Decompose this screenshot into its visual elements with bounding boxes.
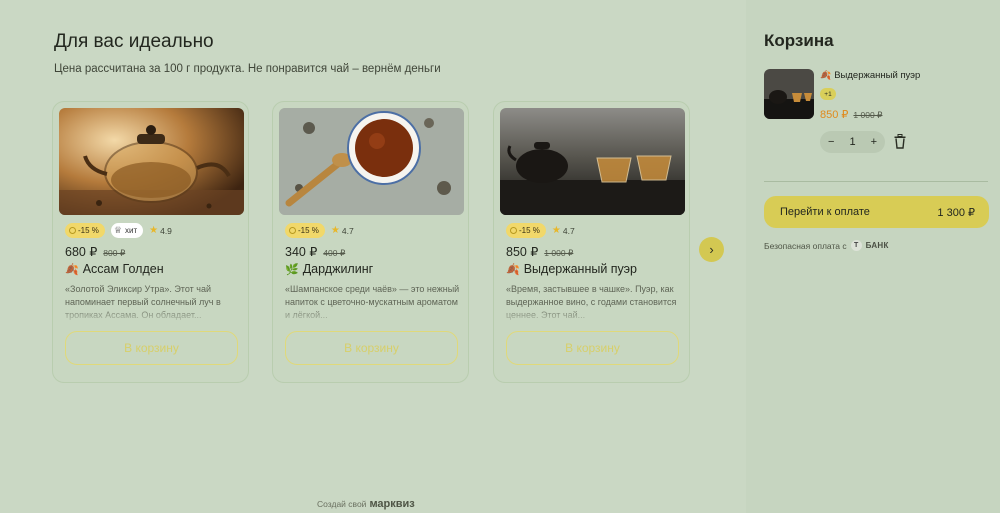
cart-current-price: 850 ₽	[820, 109, 849, 121]
coin-icon	[510, 227, 517, 234]
product-image-teaset[interactable]	[500, 108, 685, 215]
badges: -15 % ★ 4.7	[506, 222, 575, 239]
herb-icon: 🌿	[285, 263, 299, 276]
quantity-value: 1	[849, 136, 856, 148]
rating: ★ 4.9	[149, 225, 172, 236]
product-name-text: Ассам Голден	[82, 262, 164, 276]
price-block: 340 ₽ 400 ₽	[285, 244, 345, 259]
bank-label: БАНК	[865, 241, 889, 250]
decrease-button[interactable]: −	[828, 136, 834, 148]
carousel-next-button[interactable]: ›	[699, 237, 724, 262]
leaf-icon: 🍂	[65, 263, 79, 276]
trash-icon[interactable]	[894, 134, 906, 149]
rating-value: 4.7	[341, 225, 354, 236]
products-section: Для вас идеально Цена рассчитана за 100 …	[0, 0, 746, 513]
product-name[interactable]: 🍂 Выдержанный пуэр	[506, 262, 637, 276]
product-card-puer[interactable]: -15 % ★ 4.7 850 ₽ 1 000 ₽ 🍂 Выдержанный п…	[493, 101, 690, 383]
product-card-darjeeling[interactable]: -15 % ★ 4.7 340 ₽ 400 ₽ 🌿 Дарджилинг «Шам…	[272, 101, 469, 383]
footer-text: Создай свой	[317, 499, 367, 509]
checkout-label: Перейти к оплате	[780, 206, 870, 218]
cart-item-price: 850 ₽ 1 000 ₽	[820, 108, 882, 121]
price: 850 ₽	[506, 245, 539, 259]
divider	[764, 181, 988, 182]
page-title: Для вас идеально	[54, 31, 214, 52]
cart-panel: Корзина 🍂 Выдержанный пуэр +1 850 ₽ 1 00…	[746, 0, 1000, 513]
old-price: 1 000 ₽	[544, 248, 574, 258]
product-name-text: Дарджилинг	[302, 262, 374, 276]
rating-value: 4.7	[562, 225, 575, 236]
price-block: 680 ₽ 800 ₽	[65, 244, 125, 259]
hit-text: хит	[124, 226, 138, 235]
star-icon: ★	[551, 225, 561, 236]
crown-icon: ♕	[113, 225, 122, 235]
price: 680 ₽	[65, 245, 98, 259]
product-name[interactable]: 🌿 Дарджилинг	[285, 262, 373, 276]
star-icon: ★	[330, 225, 340, 236]
brand-link[interactable]: марквиз	[369, 498, 414, 510]
badges: -15 % ★ 4.7	[285, 222, 354, 239]
old-price: 800 ₽	[103, 248, 126, 258]
discount-text: -15 %	[519, 226, 540, 235]
cart-old-price: 1 000 ₽	[853, 110, 883, 120]
product-name-text: Выдержанный пуэр	[523, 262, 637, 276]
increase-button[interactable]: +	[871, 136, 877, 148]
checkout-button[interactable]: Перейти к оплате 1 300 ₽	[764, 196, 989, 228]
quantity-badge: +1	[820, 88, 836, 100]
price: 340 ₽	[285, 245, 318, 259]
product-description: «Шампанское среди чаёв» — это нежный нап…	[285, 284, 460, 320]
rating: ★ 4.7	[331, 225, 354, 236]
secure-text: Безопасная оплата с	[764, 240, 847, 251]
chevron-right-icon: ›	[709, 242, 714, 257]
add-to-cart-button[interactable]: В корзину	[285, 331, 458, 365]
cart-item-image	[764, 69, 814, 119]
coin-icon	[69, 227, 76, 234]
cart-total: 1 300 ₽	[937, 206, 975, 219]
star-icon: ★	[149, 225, 159, 236]
old-price: 400 ₽	[323, 248, 346, 258]
quantity-stepper: − 1 +	[820, 131, 885, 153]
product-image-teapot[interactable]	[59, 108, 244, 215]
cart-item-name: 🍂 Выдержанный пуэр	[820, 70, 920, 81]
discount-text: -15 %	[78, 226, 99, 235]
product-description: «Время, застывшее в чашке». Пуэр, как вы…	[506, 284, 677, 320]
discount-badge: -15 %	[285, 223, 325, 238]
badges: -15 % ♕ хит ★ 4.9	[65, 222, 172, 239]
secure-payment: Безопасная оплата с Т БАНК	[764, 240, 889, 251]
hit-badge: ♕ хит	[110, 223, 144, 238]
rating: ★ 4.7	[552, 225, 575, 236]
page-subtitle: Цена рассчитана за 100 г продукта. Не по…	[54, 63, 441, 75]
price-block: 850 ₽ 1 000 ₽	[506, 244, 573, 259]
product-card-assam[interactable]: -15 % ♕ хит ★ 4.9 680 ₽ 800 ₽ 🍂 Ассам Голд…	[52, 101, 249, 383]
product-image-tea-cup[interactable]	[279, 108, 464, 215]
footer[interactable]: Создай свой марквиз	[317, 498, 415, 510]
tbank-logo-icon: Т	[850, 240, 862, 251]
cart-title: Корзина	[764, 31, 834, 50]
coin-icon	[289, 227, 296, 234]
add-to-cart-button[interactable]: В корзину	[65, 331, 238, 365]
discount-text: -15 %	[298, 226, 319, 235]
leaf-icon: 🍂	[820, 70, 832, 80]
product-description: «Золотой Эликсир Утра». Этот чай напомин…	[65, 284, 221, 320]
add-to-cart-button[interactable]: В корзину	[506, 331, 679, 365]
cart-item-name-text: Выдержанный пуэр	[834, 70, 921, 81]
rating-value: 4.9	[160, 225, 172, 236]
discount-badge: -15 %	[65, 223, 105, 238]
leaf-icon: 🍂	[506, 263, 520, 276]
product-name[interactable]: 🍂 Ассам Голден	[65, 262, 164, 276]
discount-badge: -15 %	[506, 223, 546, 238]
